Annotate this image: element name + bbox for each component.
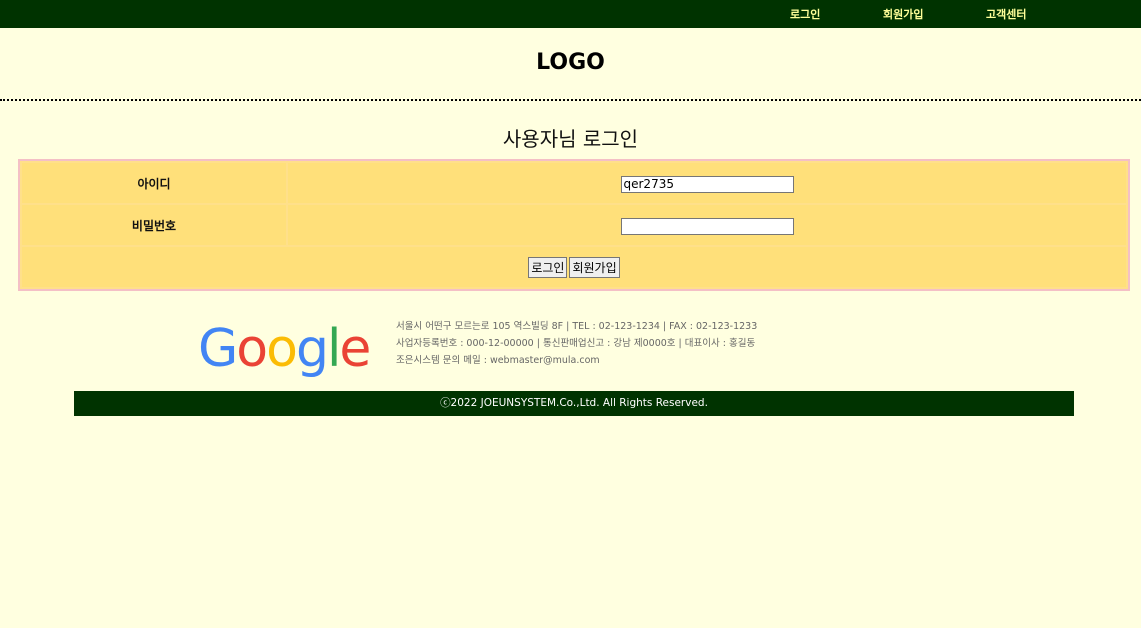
id-row: 아이디 [22, 163, 1126, 203]
page-title: 사용자님 로그인 [502, 127, 639, 151]
login-form: 아이디 비밀번호 로그인회원가입 [18, 159, 1130, 291]
actions-cell: 로그인 회원가입 [22, 247, 1126, 287]
logo-letter: l [326, 319, 342, 379]
login-table: 아이디 비밀번호 로그인회원가입 [20, 161, 1128, 289]
nav-login-link[interactable]: 로그인 [790, 6, 820, 22]
logo-letter: e [339, 319, 371, 379]
copyright-bar: ⓒ2022 JOEUNSYSTEM.Co.,Ltd. All Rights Re… [74, 391, 1074, 416]
id-label: 아이디 [22, 163, 286, 203]
logo-letter: g [295, 319, 329, 379]
id-cell [288, 163, 1126, 203]
signup-button[interactable]: 회원가입 [569, 256, 620, 278]
password-cell [288, 205, 1126, 245]
footer-address: 서울시 어떤구 모르는로 105 역스빌딩 8F | TEL : 02-123-… [396, 321, 758, 332]
id-input[interactable] [620, 175, 794, 193]
top-nav: 로그인 회원가입 고객센터 [0, 0, 1141, 28]
top-bar: 로그인 회원가입 고객센터 [0, 0, 1141, 28]
logo-letter: G [198, 319, 238, 379]
password-label: 비밀번호 [22, 205, 286, 245]
nav-signup-link[interactable]: 회원가입 [883, 6, 923, 22]
password-input[interactable] [620, 217, 794, 235]
footer-info: 서울시 어떤구 모르는로 105 역스빌딩 8F | TEL : 02-123-… [396, 318, 757, 369]
actions-row: 로그인 회원가입 [22, 247, 1126, 287]
footer-business: 사업자등록번호 : 000-12-00000 | 통신판매업신고 : 강남 제0… [396, 338, 756, 349]
login-button[interactable]: 로그인 [528, 256, 568, 278]
site-logo[interactable]: LOGO [0, 50, 1141, 75]
footer-google-logo: Google [198, 318, 371, 380]
password-row: 비밀번호 [22, 205, 1126, 245]
footer-email: 조은시스템 문의 메일 : webmaster@mula.com [396, 355, 600, 366]
header-divider [0, 99, 1141, 101]
logo-letter: o [236, 319, 268, 379]
nav-support-link[interactable]: 고객센터 [986, 6, 1026, 22]
logo-letter: o [266, 319, 298, 379]
